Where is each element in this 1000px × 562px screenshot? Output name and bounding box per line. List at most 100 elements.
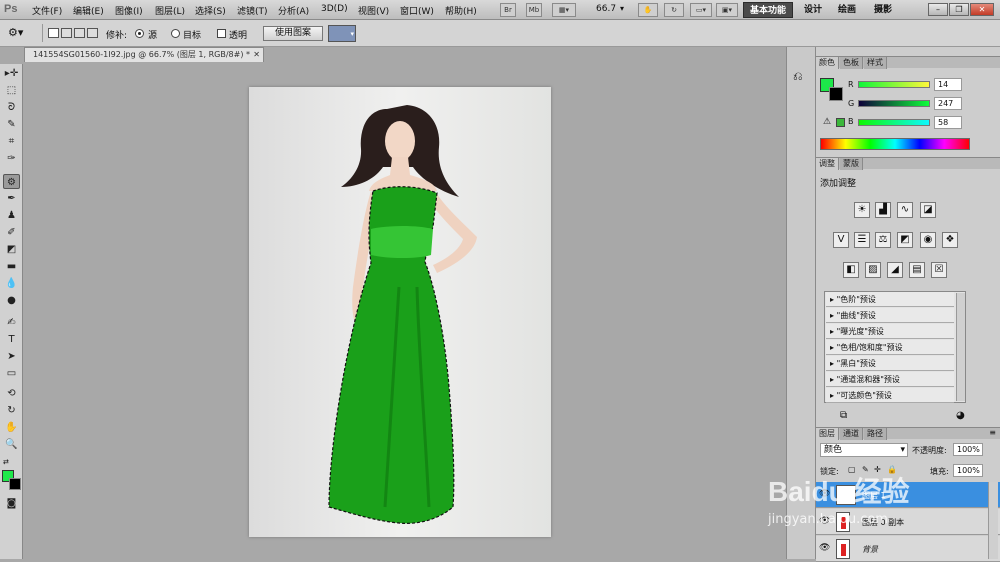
black-white-icon[interactable]: ◩ — [897, 232, 913, 248]
color-spectrum-bar[interactable] — [820, 138, 970, 150]
preset-levels[interactable]: ▸ "色阶"预设 — [826, 292, 954, 307]
menu-help[interactable]: 帮助(H) — [445, 4, 477, 17]
preset-black-white[interactable]: ▸ "黑白"预设 — [826, 356, 954, 371]
clip-to-layer-icon[interactable]: ⧉ — [840, 410, 847, 421]
workspace-design[interactable]: 设计 — [798, 2, 828, 18]
workspace-essentials[interactable]: 基本功能 — [743, 2, 794, 18]
preset-channel-mixer[interactable]: ▸ "通道混和器"预设 — [826, 372, 954, 387]
blur-tool-icon[interactable]: 💧 — [3, 276, 20, 291]
workspace-photography[interactable]: 摄影 — [868, 2, 898, 18]
invert-icon[interactable]: ◧ — [843, 262, 859, 278]
history-panel-icon[interactable]: ⎌ — [793, 69, 803, 84]
subtract-selection-icon[interactable] — [74, 28, 85, 38]
source-radio[interactable] — [135, 29, 144, 38]
layer-name[interactable]: 背景 — [862, 544, 878, 555]
gradient-map-icon[interactable]: ▤ — [909, 262, 925, 278]
marquee-tool-icon[interactable]: ⬚ — [3, 83, 20, 98]
screen-mode-button[interactable]: ▣▾ — [716, 3, 738, 17]
menu-view[interactable]: 视图(V) — [358, 4, 389, 17]
brush-tool-icon[interactable]: ✒ — [3, 191, 20, 206]
curves-icon[interactable]: ∿ — [897, 202, 913, 218]
dodge-tool-icon[interactable]: ● — [3, 293, 20, 308]
patch-tool-icon[interactable]: ⚙ — [3, 174, 20, 189]
tab-color[interactable]: 颜色 — [816, 57, 839, 69]
hue-saturation-icon[interactable]: ☰ — [854, 232, 870, 248]
menu-select[interactable]: 选择(S) — [195, 4, 226, 17]
exposure-icon[interactable]: ◪ — [920, 202, 936, 218]
arrange-docs-button[interactable]: ▭▾ — [690, 3, 712, 17]
swap-colors-icon[interactable]: ⇄ — [3, 458, 9, 466]
threshold-icon[interactable]: ◢ — [887, 262, 903, 278]
tab-layers[interactable]: 图层 — [816, 428, 839, 440]
channel-mixer-icon[interactable]: ❖ — [942, 232, 958, 248]
b-slider[interactable] — [858, 119, 930, 126]
photo-filter-icon[interactable]: ◉ — [920, 232, 936, 248]
add-selection-icon[interactable] — [61, 28, 72, 38]
visibility-toggle-icon[interactable]: ◕ — [956, 410, 965, 421]
preset-selective-color[interactable]: ▸ "可选颜色"预设 — [826, 388, 954, 403]
hand-tool-button[interactable]: ✋ — [638, 3, 658, 17]
tab-channels[interactable]: 通道 — [840, 428, 863, 440]
restore-button[interactable]: ❐ — [949, 3, 969, 16]
tab-masks[interactable]: 蒙版 — [840, 158, 863, 170]
tab-swatches[interactable]: 色板 — [840, 57, 863, 69]
r-slider[interactable] — [858, 81, 930, 88]
3d-rotate-tool-icon[interactable]: ⟲ — [3, 386, 20, 401]
lasso-tool-icon[interactable]: ᘐ — [3, 100, 20, 115]
use-pattern-button[interactable]: 使用图案 — [263, 26, 323, 41]
target-radio[interactable] — [171, 29, 180, 38]
path-select-tool-icon[interactable]: ➤ — [3, 349, 20, 364]
panel-menu-icon[interactable]: ≡ — [989, 428, 996, 437]
menu-window[interactable]: 窗口(W) — [400, 4, 434, 17]
gamut-warning-icon[interactable]: ⚠ — [823, 117, 831, 127]
pen-tool-icon[interactable]: ✍ — [3, 315, 20, 330]
zoom-level[interactable]: 66.7 — [596, 4, 616, 14]
g-value[interactable]: 247 — [934, 97, 962, 110]
preset-exposure[interactable]: ▸ "曝光度"预设 — [826, 324, 954, 339]
close-button[interactable]: ✕ — [970, 3, 994, 16]
menu-filter[interactable]: 滤镜(T) — [237, 4, 268, 17]
g-slider[interactable] — [858, 100, 930, 107]
menu-layer[interactable]: 图层(L) — [155, 4, 185, 17]
move-tool-icon[interactable]: ▸✛ — [3, 66, 20, 81]
selective-color-icon[interactable]: ☒ — [931, 262, 947, 278]
workspace-painting[interactable]: 绘画 — [832, 2, 862, 18]
minimize-button[interactable]: – — [928, 3, 948, 16]
brightness-icon[interactable]: ☀ — [854, 202, 870, 218]
mini-bridge-button[interactable]: Mb — [526, 3, 542, 17]
gamut-swatch[interactable] — [836, 118, 845, 127]
opacity-value[interactable]: 100% — [953, 443, 983, 456]
r-value[interactable]: 14 — [934, 78, 962, 91]
presets-scrollbar[interactable] — [956, 293, 965, 401]
preset-curves[interactable]: ▸ "曲线"预设 — [826, 308, 954, 323]
quick-select-tool-icon[interactable]: ✎ — [3, 117, 20, 132]
layers-scrollbar[interactable] — [988, 482, 998, 559]
pattern-picker[interactable]: ▾ — [328, 25, 356, 42]
menu-edit[interactable]: 编辑(E) — [73, 4, 104, 17]
eraser-tool-icon[interactable]: ◩ — [3, 242, 20, 257]
hand-tool-icon[interactable]: ✋ — [3, 420, 20, 435]
view-extras-button[interactable]: ▦▾ — [552, 3, 576, 17]
type-tool-icon[interactable]: T — [3, 332, 20, 347]
stamp-tool-icon[interactable]: ♟ — [3, 208, 20, 223]
menu-file[interactable]: 文件(F) — [32, 4, 62, 17]
rotate-view-button[interactable]: ↻ — [664, 3, 684, 17]
eyedropper-tool-icon[interactable]: ✑ — [3, 151, 20, 166]
3d-orbit-tool-icon[interactable]: ↻ — [3, 403, 20, 418]
quick-mask-icon[interactable]: ◙ — [3, 496, 20, 511]
tab-paths[interactable]: 路径 — [864, 428, 887, 440]
patch-tool-icon[interactable]: ⚙▾ — [8, 26, 23, 39]
menu-3d[interactable]: 3D(D) — [321, 4, 348, 14]
menu-image[interactable]: 图像(I) — [115, 4, 143, 17]
layer-row[interactable]: 👁 背景 — [816, 536, 1000, 562]
intersect-selection-icon[interactable] — [87, 28, 98, 38]
bridge-button[interactable]: Br — [500, 3, 516, 17]
color-balance-icon[interactable]: ⚖ — [875, 232, 891, 248]
zoom-dropdown-icon[interactable]: ▾ — [620, 4, 624, 13]
eye-icon[interactable]: 👁 — [819, 543, 830, 553]
tab-styles[interactable]: 样式 — [864, 57, 887, 69]
panel-bg-swatch[interactable] — [829, 87, 843, 101]
transparent-checkbox[interactable] — [217, 29, 226, 38]
close-doc-icon[interactable]: ✕ — [253, 48, 260, 62]
crop-tool-icon[interactable]: ⌗ — [3, 134, 20, 149]
